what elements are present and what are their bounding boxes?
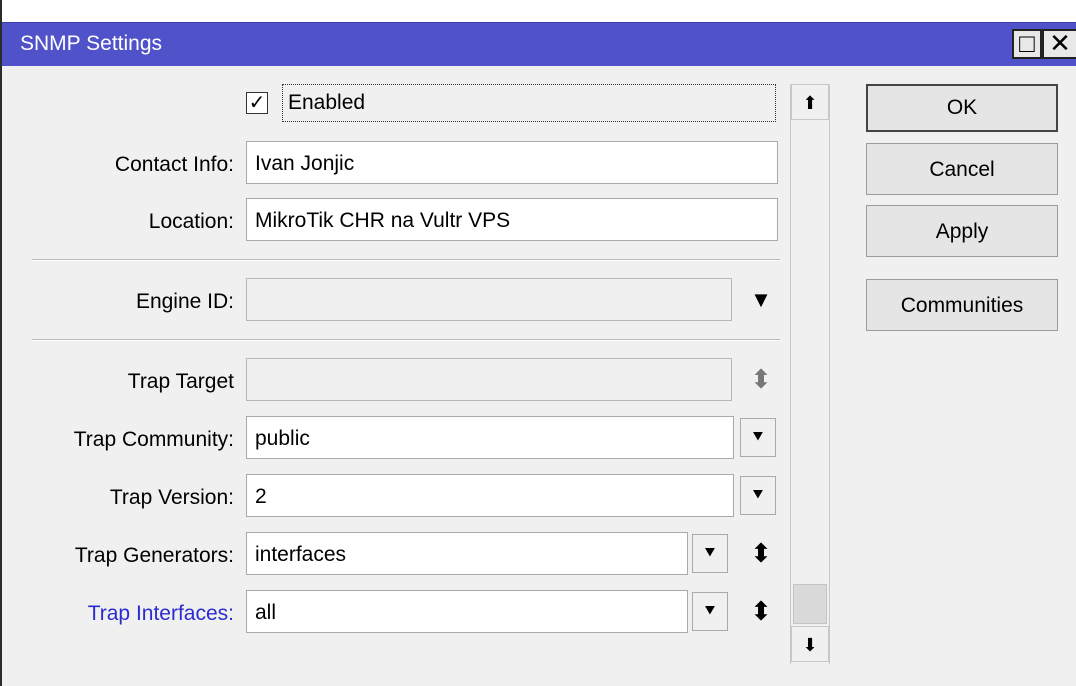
enabled-checkbox[interactable]: ✓ bbox=[246, 92, 268, 114]
location-field[interactable]: MikroTik CHR na Vultr VPS bbox=[246, 198, 778, 241]
communities-button[interactable]: Communities bbox=[866, 279, 1058, 331]
close-icon[interactable]: ✕ bbox=[1042, 29, 1076, 59]
title-bar[interactable]: SNMP Settings □ ✕ bbox=[2, 22, 1076, 66]
trap-target-field bbox=[246, 358, 732, 401]
cancel-button[interactable]: Cancel bbox=[866, 143, 1058, 195]
window-title: SNMP Settings bbox=[20, 32, 163, 55]
scroll-up-icon[interactable]: ⬆ bbox=[791, 84, 829, 120]
trap-community-label: Trap Community: bbox=[73, 428, 234, 451]
contact-info-label: Contact Info: bbox=[114, 153, 234, 176]
enabled-label[interactable]: Enabled bbox=[288, 91, 365, 115]
maximize-icon[interactable]: □ bbox=[1012, 29, 1042, 59]
trap-generators-label: Trap Generators: bbox=[74, 544, 234, 567]
location-label: Location: bbox=[148, 210, 234, 233]
up-down-icon[interactable]: ⬍ bbox=[746, 598, 776, 624]
separator bbox=[32, 339, 780, 341]
trap-version-dropdown-icon[interactable]: ⯆ bbox=[740, 476, 776, 515]
trap-version-field[interactable]: 2 bbox=[246, 474, 734, 517]
trap-community-dropdown-icon[interactable]: ⯆ bbox=[740, 418, 776, 457]
chevron-down-icon[interactable]: ▼ bbox=[746, 287, 776, 313]
engine-id-field[interactable] bbox=[246, 278, 732, 321]
snmp-settings-window: SNMP Settings □ ✕ ✓ Enabled Contact Info… bbox=[0, 0, 1076, 686]
trap-generators-field[interactable]: interfaces bbox=[246, 532, 688, 575]
trap-version-label: Trap Version: bbox=[109, 486, 234, 509]
ok-button[interactable]: OK bbox=[866, 84, 1058, 132]
up-down-icon: ⬍ bbox=[750, 364, 772, 394]
trap-target-label: Trap Target bbox=[127, 370, 234, 393]
vertical-scrollbar[interactable]: ⬆ ⬇ bbox=[790, 84, 830, 664]
trap-interfaces-field[interactable]: all bbox=[246, 590, 688, 633]
apply-button[interactable]: Apply bbox=[866, 205, 1058, 257]
trap-generators-dropdown-icon[interactable]: ⯆ bbox=[692, 534, 728, 573]
contact-info-field[interactable]: Ivan Jonjic bbox=[246, 141, 778, 184]
scroll-down-icon[interactable]: ⬇ bbox=[791, 626, 829, 662]
up-down-icon[interactable]: ⬍ bbox=[746, 540, 776, 566]
separator bbox=[32, 259, 780, 261]
trap-interfaces-dropdown-icon[interactable]: ⯆ bbox=[692, 592, 728, 631]
engine-id-label: Engine ID: bbox=[135, 290, 234, 313]
trap-community-field[interactable]: public bbox=[246, 416, 734, 459]
scroll-thumb[interactable] bbox=[793, 584, 827, 624]
top-strip bbox=[2, 0, 1076, 22]
trap-interfaces-label[interactable]: Trap Interfaces: bbox=[14, 602, 234, 626]
